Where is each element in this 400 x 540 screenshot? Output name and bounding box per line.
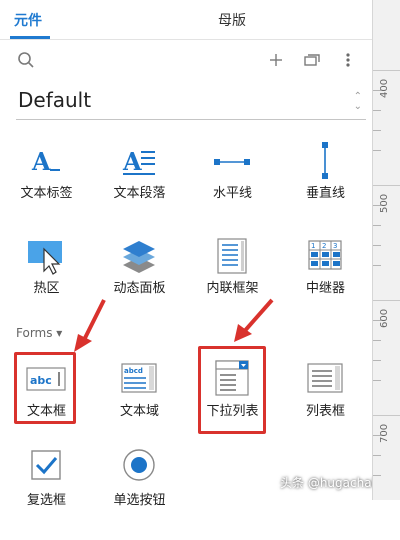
list-box-icon xyxy=(305,362,345,402)
widget-label: 单选按钮 xyxy=(113,493,166,508)
ruler-tick xyxy=(373,300,400,301)
widget-label: 垂直线 xyxy=(305,186,345,201)
widget-label: 列表框 xyxy=(305,404,345,419)
library-select-value: Default xyxy=(18,88,92,112)
widget-label: 动态面板 xyxy=(113,281,166,296)
plus-icon[interactable] xyxy=(266,50,286,70)
ruler-label: 500 xyxy=(379,193,390,213)
widget-label: 复选框 xyxy=(26,493,66,508)
widget-label: 水平线 xyxy=(212,186,252,201)
widget-radio-button[interactable]: 单选按钮 xyxy=(93,445,186,540)
svg-text:3: 3 xyxy=(333,242,337,250)
tab-masters[interactable]: 母版 xyxy=(218,10,246,30)
ruler-tick xyxy=(373,380,381,381)
text-paragraph-icon: A xyxy=(119,140,159,180)
search-icon[interactable] xyxy=(16,50,36,70)
panel-tabs: 元件 母版 xyxy=(0,0,372,40)
ruler-tick xyxy=(373,150,381,151)
text-area-icon: abcd xyxy=(119,362,159,402)
ruler-label: 700 xyxy=(379,423,390,443)
ruler-tick xyxy=(373,340,381,341)
forms-section-header[interactable]: Forms ▾ xyxy=(16,326,62,340)
widget-text-label[interactable]: A 文本标签 xyxy=(0,130,93,225)
dynamic-panel-icon xyxy=(119,235,159,275)
widget-label: 文本段落 xyxy=(113,186,166,201)
ruler-tick xyxy=(373,185,400,186)
horizontal-line-icon xyxy=(212,140,252,180)
highlight-box-text-field xyxy=(14,352,76,424)
tab-widgets[interactable]: 元件 xyxy=(14,10,42,30)
svg-text:1: 1 xyxy=(311,242,315,250)
ruler-tick xyxy=(373,360,381,361)
active-tab-indicator xyxy=(10,36,50,39)
duplicate-icon[interactable] xyxy=(302,50,322,70)
ruler-tick xyxy=(373,130,381,131)
checkbox-icon xyxy=(26,445,66,485)
widget-library-panel: 元件 母版 Default ⌃ ⌄ A 文本标签 A 文本段落 水平线 垂直线 … xyxy=(0,0,398,508)
ruler-tick xyxy=(373,475,381,476)
radio-button-icon xyxy=(119,445,159,485)
widget-label: 文本标签 xyxy=(20,186,73,201)
widget-horizontal-line[interactable]: 水平线 xyxy=(186,130,279,225)
widget-label: 热区 xyxy=(33,281,60,296)
widget-text-area[interactable]: abcd 文本域 xyxy=(93,350,186,445)
ruler-tick xyxy=(373,455,381,456)
ruler-tick xyxy=(373,245,381,246)
hotspot-icon xyxy=(26,235,66,275)
text-label-icon: A xyxy=(26,140,66,180)
widget-checkbox[interactable]: 复选框 xyxy=(0,445,93,540)
ruler-tick xyxy=(373,225,381,226)
ruler-tick xyxy=(373,70,400,71)
ruler-tick xyxy=(373,265,381,266)
widget-vertical-line[interactable]: 垂直线 xyxy=(279,130,372,225)
text-area-sample: abcd xyxy=(124,367,143,375)
repeater-icon: 123 xyxy=(305,235,345,275)
arrow-to-text-field-icon xyxy=(74,299,106,352)
vertical-ruler[interactable]: 400 500 600 700 xyxy=(372,0,400,500)
more-vertical-icon[interactable] xyxy=(338,50,358,70)
ruler-tick xyxy=(373,415,400,416)
arrow-to-dropdown-list-icon xyxy=(234,298,274,342)
widget-repeater[interactable]: 123 中继器 xyxy=(279,225,372,320)
svg-text:A: A xyxy=(122,147,142,176)
svg-text:A: A xyxy=(31,147,51,176)
svg-text:2: 2 xyxy=(322,242,326,250)
widget-list-box[interactable]: 列表框 xyxy=(279,350,372,445)
select-chevron-icon: ⌃ ⌄ xyxy=(353,91,362,112)
widget-label: 内联框架 xyxy=(206,281,259,296)
vertical-line-icon xyxy=(305,140,345,180)
highlight-box-dropdown-list xyxy=(198,346,266,434)
library-toolbar xyxy=(0,40,372,80)
widget-label: 文本域 xyxy=(119,404,159,419)
inline-frame-icon xyxy=(212,235,252,275)
ruler-tick xyxy=(373,110,381,111)
library-select[interactable]: Default ⌃ ⌄ xyxy=(16,84,366,120)
ruler-label: 400 xyxy=(379,78,390,98)
ruler-label: 600 xyxy=(379,308,390,328)
widget-label: 中继器 xyxy=(305,281,345,296)
widget-text-paragraph[interactable]: A 文本段落 xyxy=(93,130,186,225)
